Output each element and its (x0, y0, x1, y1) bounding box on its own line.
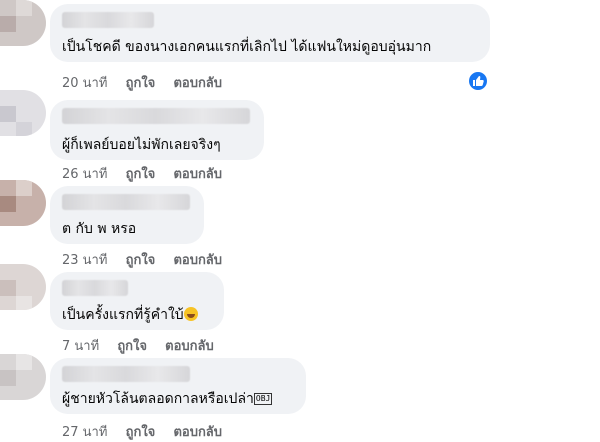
comment-time[interactable]: 7 นาที (62, 335, 99, 356)
comment-item: ผู้ชายหัวโล้นตลอดกาลหรือเปล่า OBJ 27 นาที… (0, 354, 600, 440)
comment-text: ผู้ชายหัวโล้นตลอดกาลหรือเปล่า OBJ (62, 388, 273, 410)
like-button[interactable]: ถูกใจ (126, 421, 156, 442)
comment-text: เป็นโชคดี ของนางเอกคนแรกที่เลิกไป ได้แฟน… (62, 39, 432, 55)
avatar[interactable] (0, 264, 46, 310)
commenter-name[interactable] (62, 194, 190, 210)
comment-meta: 7 นาที ถูกใจ ตอบกลับ (62, 335, 228, 356)
commenter-name[interactable] (62, 12, 154, 28)
comment-item: ต กับ พ หรอ 23 นาที ถูกใจ ตอบกลับ (0, 180, 600, 270)
commenter-name[interactable] (62, 366, 190, 382)
comment-text-body: เป็นครั้งแรกที่รู้คำใบ้ (62, 307, 184, 323)
comment-meta: 27 นาที ถูกใจ ตอบกลับ (62, 421, 236, 442)
laughing-emoji-icon (183, 307, 198, 321)
comment-item: เป็นโชคดี ของนางเอกคนแรกที่เลิกไป ได้แฟน… (0, 0, 600, 92)
comment-text: เป็นครั้งแรกที่รู้คำใบ้ (62, 304, 198, 326)
comment-bubble: ผู้ชายหัวโล้นตลอดกาลหรือเปล่า OBJ (50, 358, 306, 414)
comment-bubble: เป็นครั้งแรกที่รู้คำใบ้ (50, 272, 224, 330)
avatar[interactable] (0, 354, 46, 400)
comment-text: ต กับ พ หรอ (62, 221, 137, 237)
avatar[interactable] (0, 0, 46, 46)
comment-text: ผู้ก็เพลย์บอยไม่พักเลยจริงๆ (62, 137, 221, 153)
commenter-name[interactable] (62, 108, 250, 124)
reply-button[interactable]: ตอบกลับ (165, 335, 214, 356)
avatar[interactable] (0, 90, 46, 136)
like-button[interactable]: ถูกใจ (117, 335, 147, 356)
comment-time[interactable]: 27 นาที (62, 421, 107, 442)
thumbs-up-icon[interactable] (467, 70, 489, 92)
commenter-name[interactable] (62, 280, 128, 296)
comment-bubble: เป็นโชคดี ของนางเอกคนแรกที่เลิกไป ได้แฟน… (50, 4, 490, 62)
reply-button[interactable]: ตอบกลับ (173, 421, 222, 442)
comment-bubble: ต กับ พ หรอ (50, 186, 204, 244)
obj-replacement-glyph: OBJ (253, 393, 273, 405)
comment-text-body: ผู้ชายหัวโล้นตลอดกาลหรือเปล่า (62, 391, 254, 407)
avatar[interactable] (0, 180, 46, 226)
comment-bubble: ผู้ก็เพลย์บอยไม่พักเลยจริงๆ (50, 100, 264, 160)
comment-item: ผู้ก็เพลย์บอยไม่พักเลยจริงๆ 26 นาที ถูกใ… (0, 90, 600, 182)
comment-item: เป็นครั้งแรกที่รู้คำใบ้ 7 นาที ถูกใจ ตอบ… (0, 264, 600, 356)
